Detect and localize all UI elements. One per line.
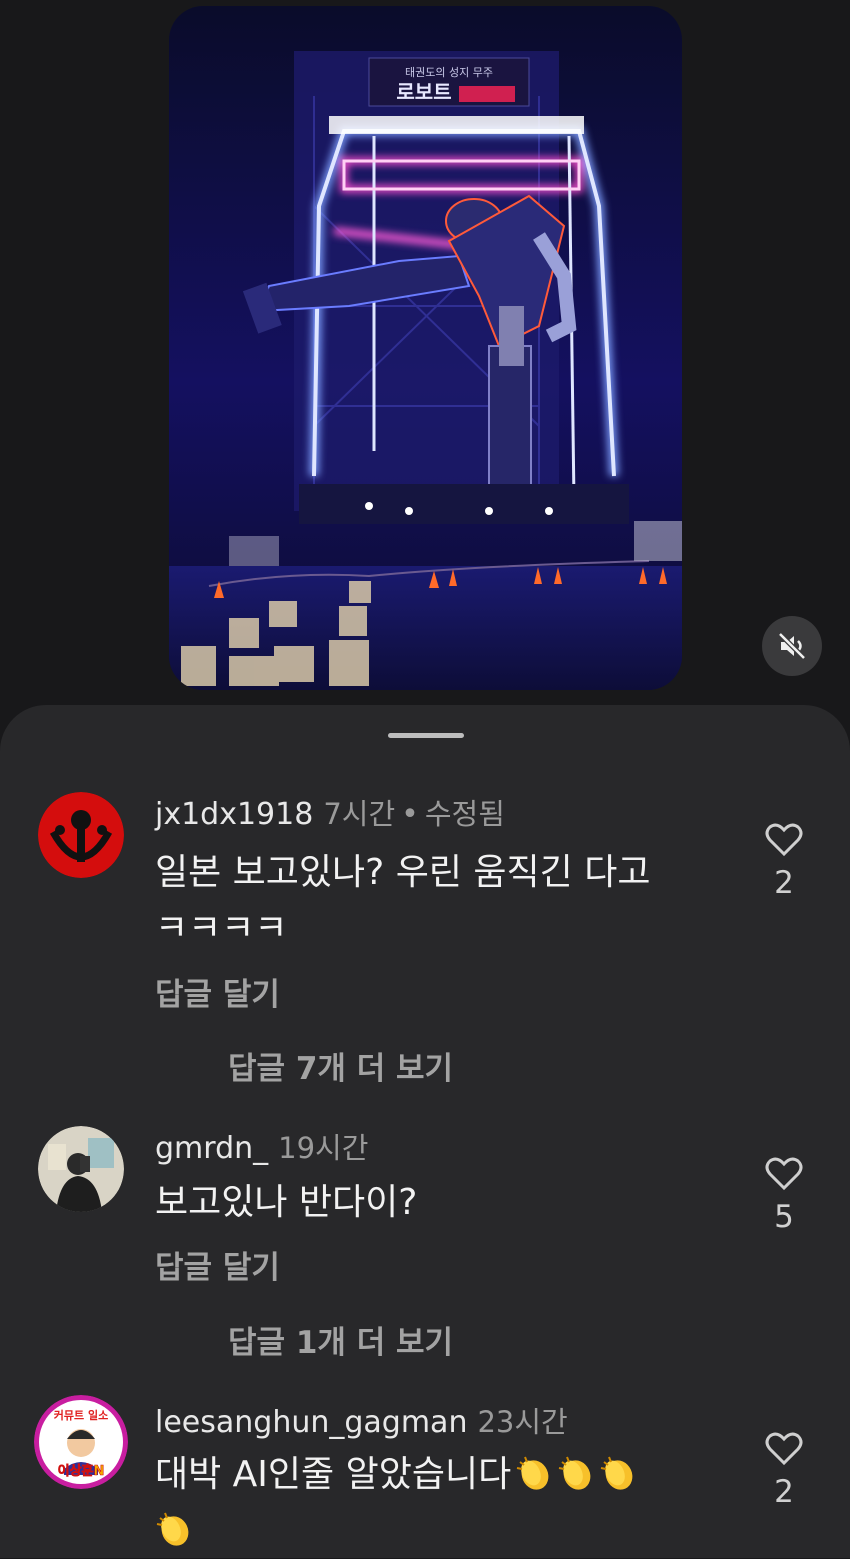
clapping-hands-emoji xyxy=(559,1456,591,1490)
comment-text: 보고있나 반다이? xyxy=(155,1175,735,1231)
username[interactable]: leesanghun_gagman xyxy=(155,1405,467,1440)
drag-handle[interactable] xyxy=(388,733,464,738)
robot-statue-scene: 태권도의 성지 무주 로보트 xyxy=(169,6,682,690)
timestamp: 23시간 xyxy=(477,1405,568,1439)
timestamp: 7시간 xyxy=(323,797,396,831)
comment-meta: leesanghun_gagman 23시간 xyxy=(155,1399,568,1441)
like-count: 2 xyxy=(774,865,794,901)
clapping-hands-emoji xyxy=(601,1456,633,1490)
view-replies-button[interactable]: 답글 1개 더 보기 xyxy=(228,1317,453,1362)
like-count: 5 xyxy=(774,1199,794,1235)
reply-button[interactable]: 답글 달기 xyxy=(155,969,280,1014)
avatar-text-bottom: 이상훈N xyxy=(58,1463,105,1479)
like-button[interactable]: 2 xyxy=(756,823,812,901)
heart-icon xyxy=(765,823,803,857)
clapping-hands-emoji xyxy=(517,1456,549,1490)
separator-dot: • xyxy=(401,797,419,832)
clapping-hands-emoji xyxy=(156,1512,189,1546)
comment-text-line xyxy=(155,1503,735,1559)
like-button[interactable]: 5 xyxy=(756,1157,812,1235)
comment-text: 대박 AI인줄 알았습니다 xyxy=(155,1447,735,1559)
sign-line1: 태권도의 성지 무주 xyxy=(405,66,493,79)
comment-text-line: 보고있나 반다이? xyxy=(155,1182,418,1223)
username[interactable]: jx1dx1918 xyxy=(155,797,313,832)
speaker-muted-icon xyxy=(778,632,806,660)
avatar[interactable] xyxy=(38,792,124,878)
comment-meta: gmrdn_ 19시간 xyxy=(155,1125,368,1167)
view-replies-button[interactable]: 답글 7개 더 보기 xyxy=(228,1043,453,1088)
heart-icon xyxy=(765,1432,803,1466)
like-button[interactable]: 2 xyxy=(756,1432,812,1510)
username[interactable]: gmrdn_ xyxy=(155,1131,268,1166)
edited-label: 수정됨 xyxy=(424,797,505,831)
sign-line2: 로보트 xyxy=(396,80,451,104)
comment-text-line: 일본 보고있나? 우린 움직긴 다고 xyxy=(155,852,651,893)
video-player[interactable]: 태권도의 성지 무주 로보트 xyxy=(169,6,682,690)
comment-meta: jx1dx1918 7시간 • 수정됨 xyxy=(155,791,505,833)
mute-toggle-button[interactable] xyxy=(762,616,822,676)
like-count: 2 xyxy=(774,1474,794,1510)
timestamp: 19시간 xyxy=(278,1131,369,1165)
media-area: 태권도의 성지 무주 로보트 xyxy=(0,0,850,720)
reply-button[interactable]: 답글 달기 xyxy=(155,1242,280,1287)
comment-text-line: ㅋㅋㅋㅋ xyxy=(155,908,288,949)
comment-text-content: 대박 AI인줄 알았습니다 xyxy=(155,1454,512,1495)
avatar[interactable]: 커뮤트 일소 이상훈N xyxy=(34,1395,128,1489)
avatar-text-top: 커뮤트 일소 xyxy=(54,1408,108,1422)
comment-text-line: 대박 AI인줄 알았습니다 xyxy=(155,1447,735,1503)
comment-text: 일본 보고있나? 우린 움직긴 다고 ㅋㅋㅋㅋ xyxy=(155,845,735,957)
comments-sheet: jx1dx1918 7시간 • 수정됨 일본 보고있나? 우린 움직긴 다고 ㅋㅋㅋㅋ… xyxy=(0,705,850,1558)
avatar[interactable] xyxy=(38,1126,124,1212)
heart-icon xyxy=(765,1157,803,1191)
